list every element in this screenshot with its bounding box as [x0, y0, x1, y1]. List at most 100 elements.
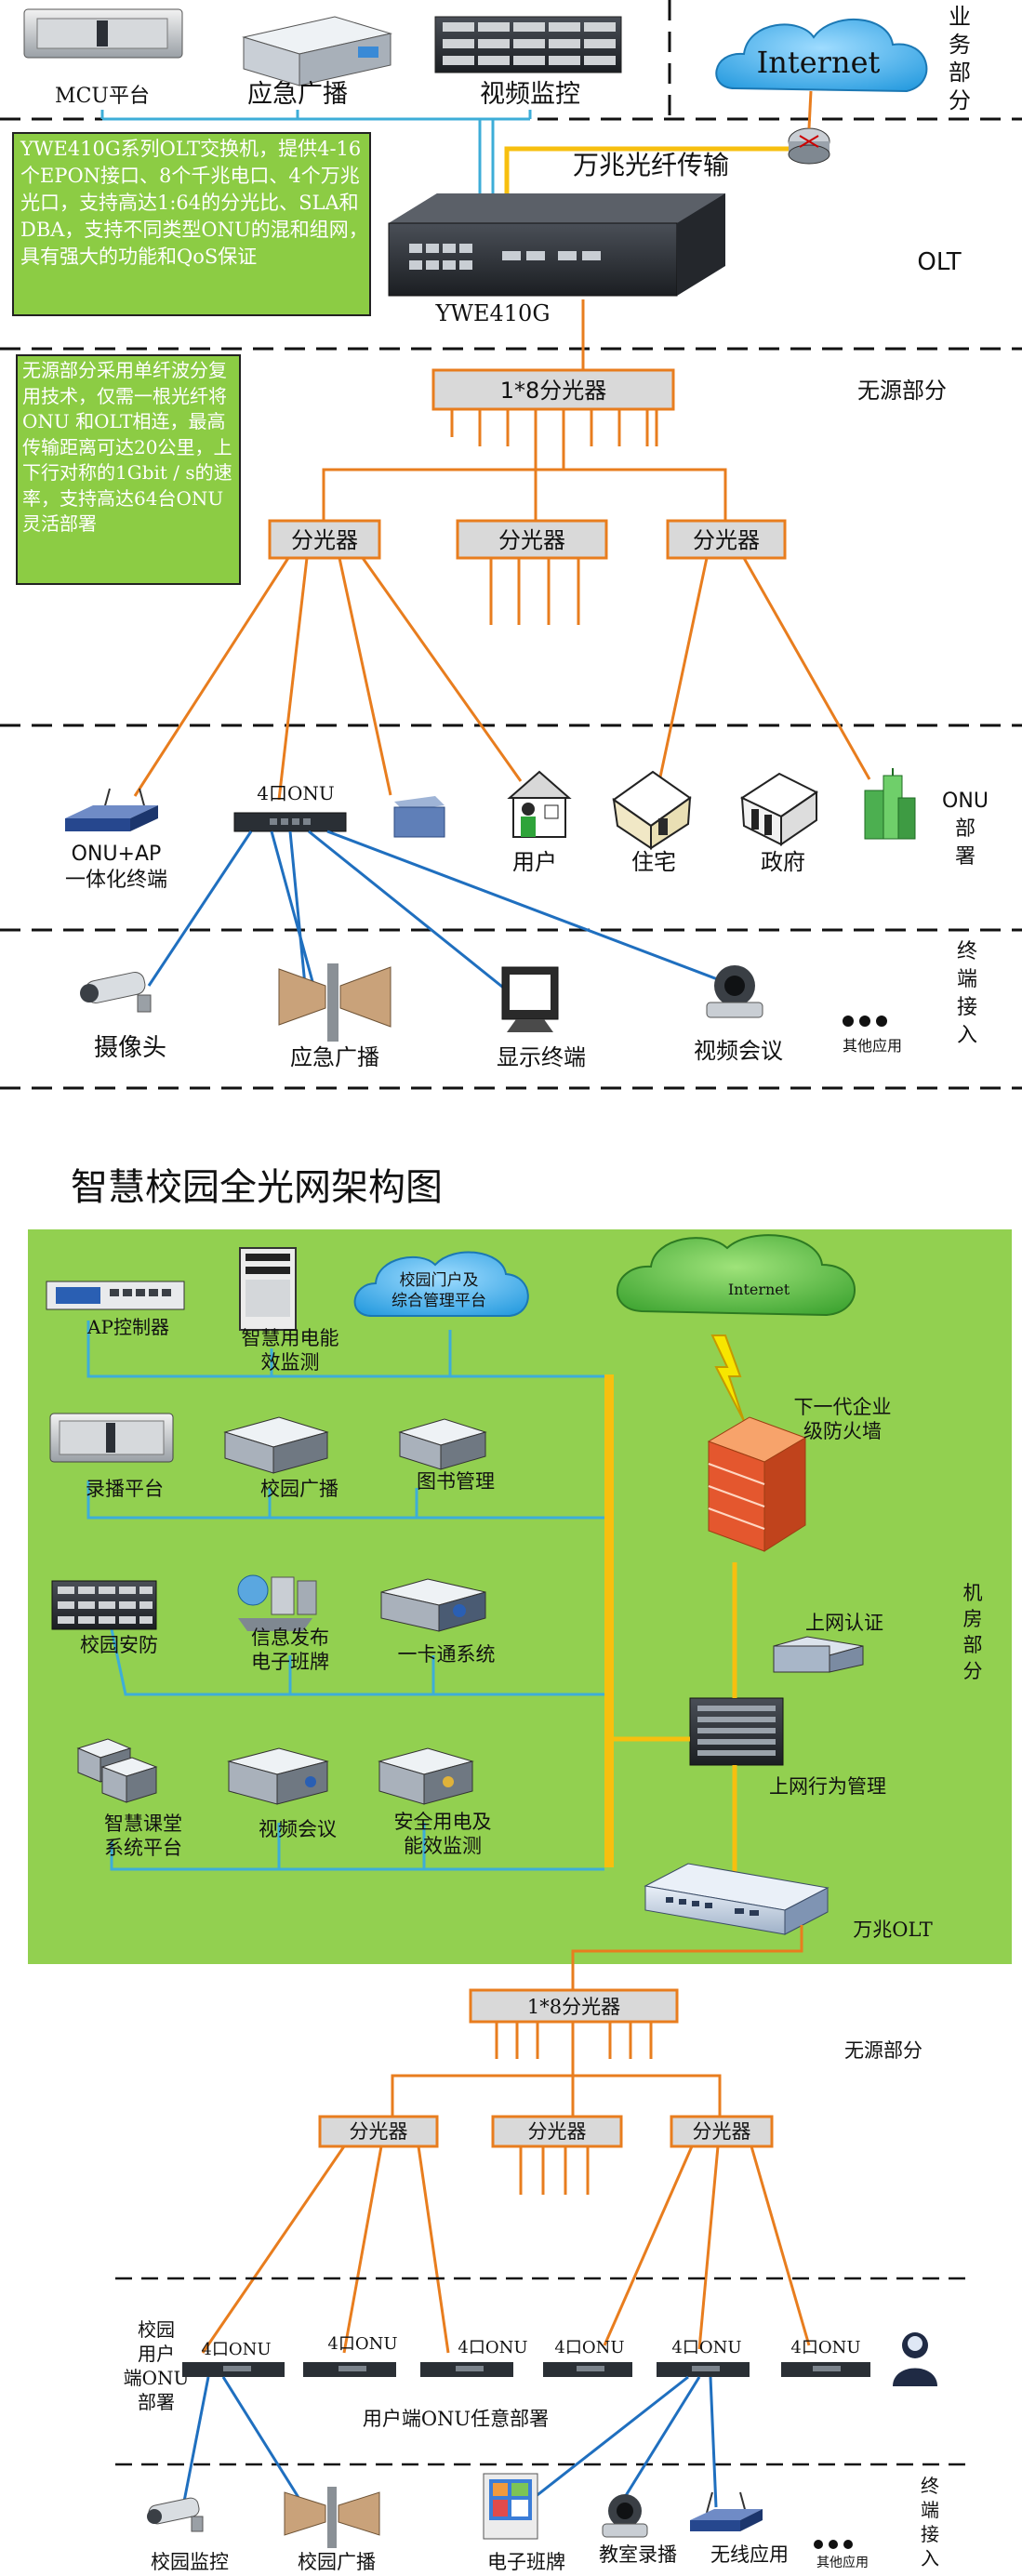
zone-business-char-1: 业: [949, 4, 971, 30]
onu-2-4-icon: [543, 2362, 632, 2377]
onu-2-3-label: 4口ONU: [458, 2338, 527, 2357]
library-mgmt-label: 图书管理: [417, 1470, 495, 1493]
onu-side-char-4: 部署: [138, 2391, 175, 2413]
zone-business-char-3: 部: [949, 60, 971, 86]
user-label: 用户: [512, 849, 557, 875]
other-apps-icon-2: [814, 2540, 853, 2549]
core-bus: [604, 1374, 614, 1867]
splitter-1b-label: 分光器: [498, 527, 565, 553]
firewall-line1: 下一代企业: [794, 1396, 892, 1418]
ap-controller-label: AP控制器: [86, 1316, 169, 1338]
onu-2-2-label: 4口ONU: [327, 2334, 397, 2354]
camera-icon: [80, 971, 152, 1013]
router-icon: [788, 127, 830, 165]
onu-2-5-label: 4口ONU: [671, 2338, 741, 2357]
residence-icon: [612, 770, 692, 850]
splitter-2c-label: 分光器: [693, 2120, 751, 2143]
other-apps-icon: [843, 1016, 887, 1027]
terminal-2-char-2: 端: [921, 2499, 939, 2521]
onu-fiber-links-2: [201, 2145, 811, 2354]
zone-passive-label: 无源部分: [857, 378, 947, 404]
energy-monitor-line1: 智慧用电能: [242, 1327, 339, 1349]
video-conf-server-label: 视频会议: [259, 1818, 337, 1840]
campus-camera-icon: [147, 2497, 204, 2532]
campus-broadcast-label: 校园广播: [260, 1478, 338, 1500]
campus-monitor-label: 校园监控: [151, 2551, 229, 2573]
four-port-onu-icon: [233, 812, 347, 832]
class-record-icon: [602, 2494, 648, 2538]
firewall-line2: 级防火墙: [803, 1420, 882, 1442]
campus-security-icon: [51, 1580, 157, 1630]
residence-label: 住宅: [631, 849, 676, 875]
energy-monitor-icon: [239, 1247, 297, 1331]
broadcast-label: 应急广播: [247, 80, 348, 109]
other-apps-label: 其他应用: [843, 1037, 902, 1055]
machine-room-char-3: 部: [963, 1634, 983, 1656]
zone-onu-label-1: ONU: [942, 790, 989, 813]
wireless-label: 无线应用: [710, 2543, 789, 2566]
terminal-2-char-4: 入: [921, 2547, 939, 2569]
video-conf-label: 视频会议: [694, 1038, 783, 1064]
campus-broadcast2-label: 校园广播: [298, 2551, 376, 2573]
onu-side-char-1: 校园: [138, 2318, 175, 2341]
internet-green-label: Internet: [728, 1281, 790, 1298]
splitter-2b-label: 分光器: [528, 2120, 587, 2143]
onu-port-label: 4口ONU: [257, 782, 334, 804]
onu-ap-icon: [65, 788, 158, 831]
onu-2-4-label: 4口ONU: [554, 2338, 624, 2357]
onu-side-char-2: 用户: [138, 2343, 175, 2365]
display-terminal-icon: [501, 966, 559, 1032]
onu-2-6-icon: [781, 2362, 870, 2377]
safe-power-line2: 能效监测: [404, 1835, 482, 1857]
zone-terminal-char-2: 端: [957, 968, 977, 991]
display-label: 显示终端: [497, 1044, 586, 1070]
splitter-1a-label: 分光器: [291, 527, 358, 553]
machine-room-char-1: 机: [963, 1582, 983, 1604]
olt-10g-label: 万兆OLT: [853, 1919, 932, 1941]
mcu-label: MCU平台: [55, 85, 150, 108]
campus-security-label: 校园安防: [80, 1634, 158, 1656]
e-classboard-label: 电子班牌: [487, 2551, 565, 2573]
passive-label-2: 无源部分: [844, 2039, 922, 2062]
onu-2-1-icon: [182, 2362, 285, 2377]
one-card-label: 一卡通系统: [398, 1643, 496, 1666]
zone-onu-label-2: 部: [955, 817, 976, 841]
net-auth-label: 上网认证: [805, 1612, 883, 1634]
firewall-icon: [707, 1416, 807, 1552]
info-release-line2: 电子班牌: [251, 1651, 329, 1673]
info-release-icon: [237, 1574, 317, 1631]
splitter-1c-label: 分光器: [693, 527, 760, 553]
video-conference-icon: [706, 965, 763, 1018]
wireless-ap-icon: [690, 2491, 763, 2531]
user-avatar-icon: [893, 2332, 937, 2386]
energy-monitor-line2: 效监测: [261, 1351, 320, 1374]
surveillance-label: 视频监控: [480, 80, 580, 109]
mcu-platform-icon: [23, 8, 183, 59]
zone-terminal-char-3: 接: [957, 996, 977, 1019]
fiber-label: 万兆光纤传输: [573, 150, 729, 180]
emergency-broadcast-label: 应急广播: [290, 1044, 379, 1070]
main-splitter-1-outputs: [322, 409, 727, 521]
zone-onu-label-3: 署: [955, 845, 976, 869]
net-behavior-icon: [689, 1697, 784, 1766]
smart-classroom-line1: 智慧课堂: [104, 1812, 182, 1835]
onu-2-5-icon: [657, 2362, 750, 2377]
internet-label: Internet: [757, 45, 881, 80]
portal-cloud-line2: 综合管理平台: [392, 1292, 486, 1310]
olt-device-icon: [388, 193, 725, 297]
info-release-line1: 信息发布: [251, 1627, 329, 1649]
camera-label: 摄像头: [94, 1034, 166, 1062]
zone-terminal-char-4: 入: [957, 1024, 977, 1047]
user-house-icon: [507, 770, 572, 838]
onu-row-2: [182, 2362, 870, 2377]
splitter-1b-outputs: [489, 558, 580, 625]
loudspeaker-icon: [278, 963, 392, 1042]
splitter-2a-label: 分光器: [350, 2120, 408, 2143]
government-icon: [739, 772, 818, 846]
main-splitter-2-outputs: [391, 2022, 722, 2117]
onu-ap-label-line1: ONU+AP: [72, 843, 162, 866]
onu-fiber-links-1: [133, 557, 871, 801]
olt-description: YWE410G系列OLT交换机，提供4-16个EPON接口、8个千兆电口、4个万…: [20, 138, 368, 268]
portal-cloud-line1: 校园门户及: [400, 1271, 479, 1290]
ap-controller-icon: [46, 1281, 185, 1310]
